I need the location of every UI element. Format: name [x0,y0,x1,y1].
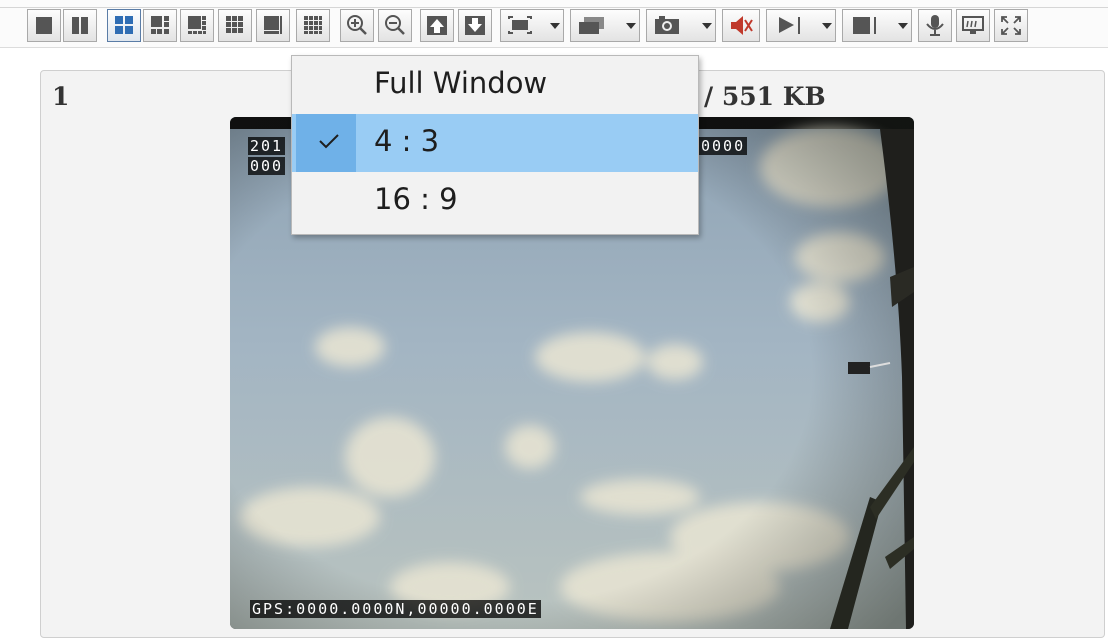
osd-gps: GPS:0000.0000N,00000.0000E [250,600,541,618]
menu-item-4-3[interactable]: 4 : 3 [292,114,698,172]
menu-item-label: 4 : 3 [374,124,440,158]
arrow-up-icon [427,16,447,35]
previous-page-button[interactable] [420,9,454,42]
menu-item-label: 16 : 9 [374,182,458,216]
chevron-down-icon [822,23,832,29]
osd-top-right: 0000 [699,137,748,155]
window-icon [579,17,604,34]
menu-item-full-window[interactable]: Full Window [292,56,698,114]
osd-date-left: 201 [248,137,286,155]
chevron-down-icon [702,23,712,29]
window-mode-button[interactable] [570,9,640,42]
intercom-button[interactable] [918,9,952,42]
next-page-button[interactable] [458,9,492,42]
layout-4-button[interactable] [107,9,141,42]
chevron-down-icon [550,23,560,29]
two-view-icon [72,17,88,34]
microphone-icon [926,15,944,36]
chevron-down-icon [898,23,908,29]
layout-6-button[interactable] [143,9,177,42]
layout-10-button[interactable] [256,9,290,42]
play-button[interactable] [766,9,836,42]
zoom-out-icon [385,15,405,35]
osd-time-left: 000 [248,157,286,175]
zoom-out-button[interactable] [378,9,412,42]
eight-view-icon [188,16,206,34]
mute-button[interactable] [722,9,760,42]
layout-9-button[interactable] [218,9,252,42]
selection-indicator [296,114,356,172]
layout-16-button[interactable] [296,9,330,42]
layout-2-button[interactable] [63,9,97,42]
checkmark-icon [319,134,339,149]
layout-8-button[interactable] [180,9,214,42]
fullscreen-button[interactable] [994,9,1028,42]
sixteen-view-icon [304,16,322,34]
aspect-ratio-menu: Full Window 4 : 3 16 : 9 [291,55,699,235]
play-icon [779,17,800,34]
zoom-in-icon [347,15,367,35]
menu-item-label: Full Window [374,66,548,100]
toolbar-top-rule [0,7,1108,8]
monitor-button[interactable] [956,9,990,42]
six-view-icon [151,16,169,34]
zoom-in-button[interactable] [340,9,374,42]
layout-1-button[interactable] [27,9,61,42]
snapshot-button[interactable] [646,9,716,42]
arrow-down-icon [465,16,485,35]
menu-item-16-9[interactable]: 16 : 9 [292,172,698,230]
monitor-icon [962,16,984,34]
channel-number: 1 [52,82,70,111]
camera-icon [655,16,679,34]
file-size-label: / 551 KB [704,82,826,111]
aspect-ratio-icon [508,16,532,34]
nine-view-icon [226,16,243,33]
speaker-muted-icon [731,16,753,35]
chevron-down-icon [626,23,636,29]
fullscreen-icon [1001,16,1021,35]
aspect-ratio-button[interactable] [500,9,564,42]
stop-button[interactable] [842,9,912,42]
ten-view-icon [264,16,282,34]
stop-icon [853,17,876,34]
toolbar [0,0,1108,48]
single-view-icon [36,17,52,34]
four-view-icon [115,16,133,34]
